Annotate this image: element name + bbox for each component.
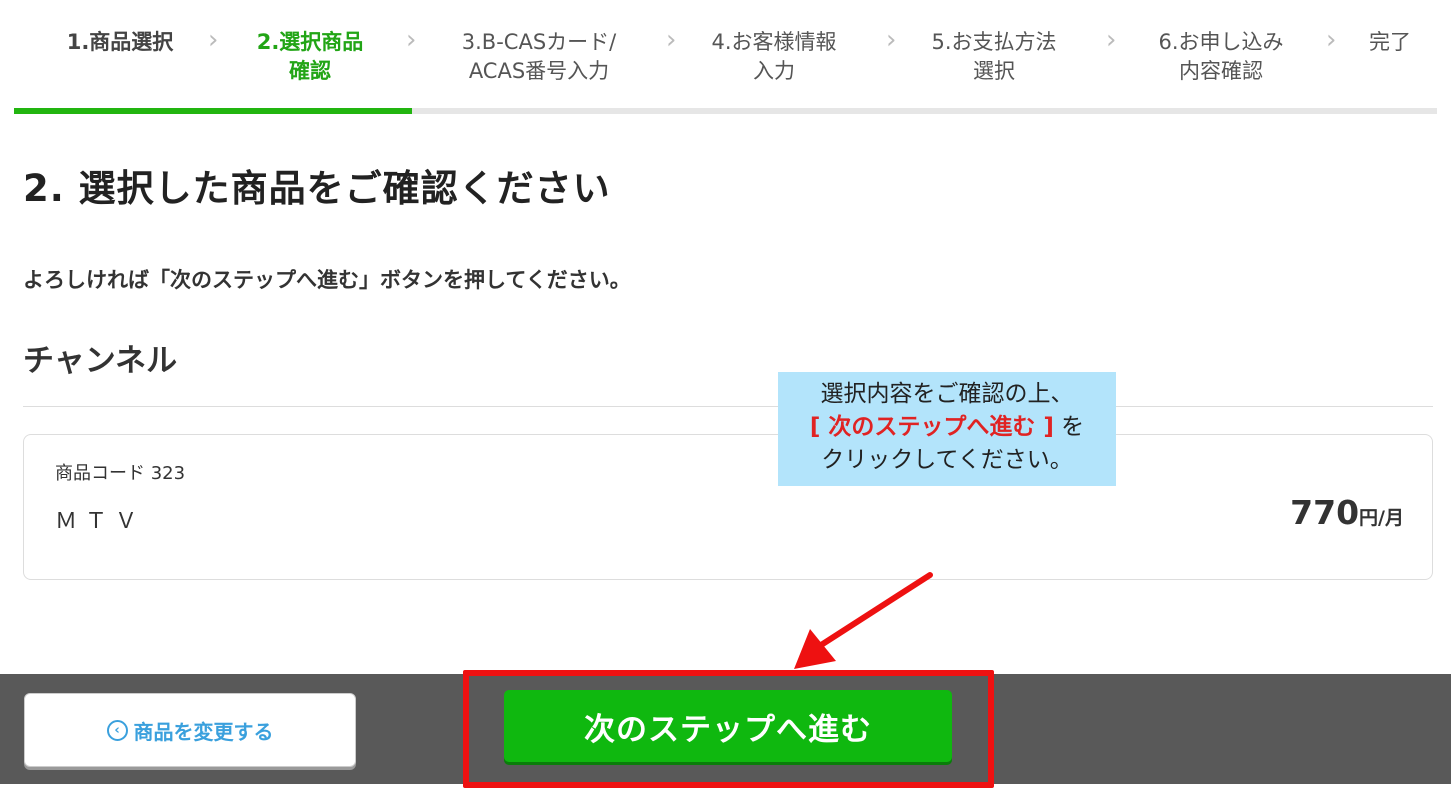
chevron-right-icon: › bbox=[406, 25, 417, 55]
step-3-bcas-card: 3.B-CASカード/ ACAS番号入力 bbox=[461, 30, 617, 83]
instruction-text: よろしければ「次のステップへ進む」ボタンを押してください。 bbox=[23, 268, 631, 292]
price-unit: 円/月 bbox=[1359, 507, 1404, 529]
step-1-product-select: 1.商品選択 bbox=[66, 30, 174, 54]
product-card: 商品コード 323 ＭＴＶ 770円/月 bbox=[23, 434, 1433, 580]
callout-line-2-suffix: を bbox=[1053, 414, 1085, 440]
change-product-label: 商品を変更する bbox=[133, 719, 274, 744]
step-4-customer-info: 4.お客様情報 入力 bbox=[711, 30, 837, 83]
next-step-button[interactable]: 次のステップへ進む bbox=[504, 690, 952, 762]
section-title-channel: チャンネル bbox=[23, 343, 178, 379]
chevron-right-icon: › bbox=[1326, 25, 1337, 55]
chevron-right-icon: › bbox=[208, 25, 219, 55]
step-2-confirm-product: 2.選択商品 確認 bbox=[256, 30, 364, 83]
step-7-complete: 完了 bbox=[1369, 30, 1411, 54]
product-code: 商品コード 323 bbox=[55, 463, 186, 484]
step-5-payment-method: 5.お支払方法 選択 bbox=[931, 30, 1057, 83]
chevron-right-icon: › bbox=[666, 25, 677, 55]
step-6-confirm-application: 6.お申し込み 内容確認 bbox=[1158, 30, 1284, 83]
step-progress-bar: 1.商品選択 › 2.選択商品 確認 › 3.B-CASカード/ ACAS番号入… bbox=[14, 0, 1437, 116]
callout-highlight: [ 次のステップへ進む ] bbox=[809, 414, 1054, 440]
chevron-right-icon: › bbox=[1106, 25, 1117, 55]
product-price: 770円/月 bbox=[1290, 493, 1404, 532]
section-divider bbox=[23, 406, 1433, 407]
progress-fill bbox=[14, 108, 413, 114]
callout-line-1: 選択内容をご確認の上、 bbox=[820, 381, 1074, 407]
price-amount: 770 bbox=[1290, 493, 1360, 532]
page-title: 2. 選択した商品をご確認ください bbox=[23, 167, 611, 210]
progress-track bbox=[14, 108, 1437, 114]
chevron-right-icon: › bbox=[886, 25, 897, 55]
steps-row: 1.商品選択 › 2.選択商品 確認 › 3.B-CASカード/ ACAS番号入… bbox=[14, 0, 1437, 108]
callout-line-3: クリックしてください。 bbox=[821, 447, 1073, 473]
product-name: ＭＴＶ bbox=[55, 509, 146, 534]
circle-chevron-left-icon: ‹ bbox=[106, 719, 128, 741]
callout-line-2: [ 次のステップへ進む ] を bbox=[778, 411, 1116, 444]
annotation-arrow-icon bbox=[794, 572, 933, 669]
instruction-callout: 選択内容をご確認の上、 [ 次のステップへ進む ] を クリックしてください。 bbox=[778, 372, 1116, 486]
change-product-button[interactable]: ‹ 商品を変更する bbox=[24, 693, 356, 767]
